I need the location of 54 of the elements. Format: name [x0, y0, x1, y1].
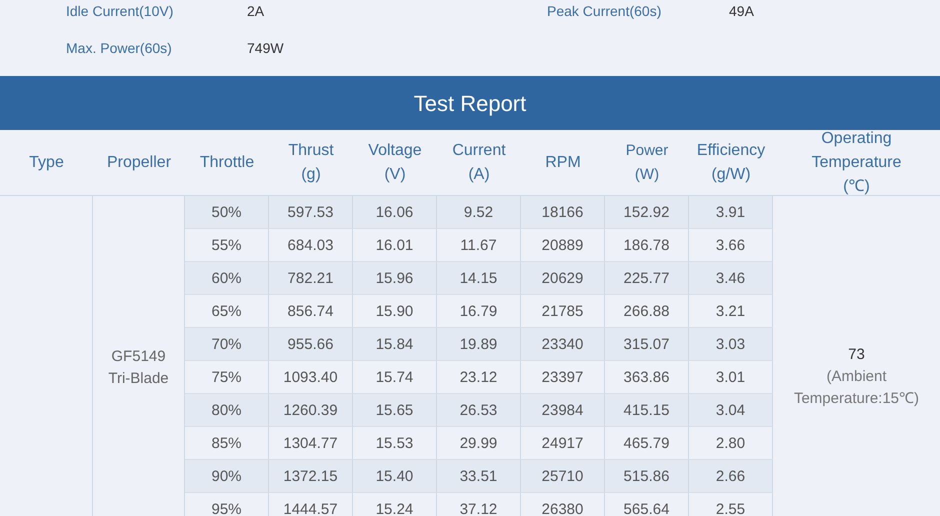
column-header: Operating Temperature (℃) — [773, 130, 940, 196]
table-cell: 15.96 — [353, 262, 437, 295]
spec-value: 2A — [247, 3, 266, 19]
table-cell: 1260.39 — [269, 394, 353, 427]
table-cell: 80% — [185, 394, 269, 427]
table-cell: 225.77 — [605, 262, 689, 295]
table-cell: 9.52 — [437, 196, 521, 229]
table-cell: 20629 — [521, 262, 605, 295]
table-cell: 955.66 — [269, 328, 353, 361]
spec-label: Max. Power(60s) — [66, 40, 173, 56]
table-cell: 26380 — [521, 493, 605, 516]
table-cell: 37.12 — [437, 493, 521, 516]
table-cell: 18166 — [521, 196, 605, 229]
table-cell: 3.04 — [689, 394, 773, 427]
table-cell: 1372.15 — [269, 460, 353, 493]
table-cell: 315.07 — [605, 328, 689, 361]
table-cell: 26.53 — [437, 394, 521, 427]
table-cell: 2.66 — [689, 460, 773, 493]
table-cell: 25710 — [521, 460, 605, 493]
temperature-value: 73 — [848, 345, 865, 365]
table-cell: 152.92 — [605, 196, 689, 229]
table-cell: 15.65 — [353, 394, 437, 427]
table-cell: 2.55 — [689, 493, 773, 516]
table-cell: 597.53 — [269, 196, 353, 229]
table-cell: 565.64 — [605, 493, 689, 516]
table-cell: 415.15 — [605, 394, 689, 427]
table-cell: 19.89 — [437, 328, 521, 361]
table-cell: 782.21 — [269, 262, 353, 295]
table-cell: 3.46 — [689, 262, 773, 295]
spec-value: 749W — [247, 40, 285, 56]
spec-label: Idle Current(10V) — [66, 3, 174, 19]
table-cell: 33.51 — [437, 460, 521, 493]
table-cell: 3.91 — [689, 196, 773, 229]
column-header: Type — [0, 130, 93, 196]
table-cell: 70% — [185, 328, 269, 361]
table-cell: 50% — [185, 196, 269, 229]
report-title: Test Report — [0, 77, 940, 130]
table-cell: 60% — [185, 262, 269, 295]
table-cell: 1444.57 — [269, 493, 353, 516]
table-cell: 16.06 — [353, 196, 437, 229]
table-cell: 15.84 — [353, 328, 437, 361]
table-cell: 15.24 — [353, 493, 437, 516]
table-cell: 23340 — [521, 328, 605, 361]
table-cell: 515.86 — [605, 460, 689, 493]
column-header: Propeller — [93, 130, 185, 196]
temperature-note: (Ambient Temperature:15℃) — [794, 367, 920, 409]
table-cell: 23984 — [521, 394, 605, 427]
spec-label: Peak Current(60s) — [547, 3, 662, 19]
table-cell: 15.40 — [353, 460, 437, 493]
table-cell: 95% — [185, 493, 269, 516]
table-cell: 14.15 — [437, 262, 521, 295]
table-cell: 3.03 — [689, 328, 773, 361]
spec-value: 49A — [729, 3, 755, 19]
table-cell: 90% — [185, 460, 269, 493]
